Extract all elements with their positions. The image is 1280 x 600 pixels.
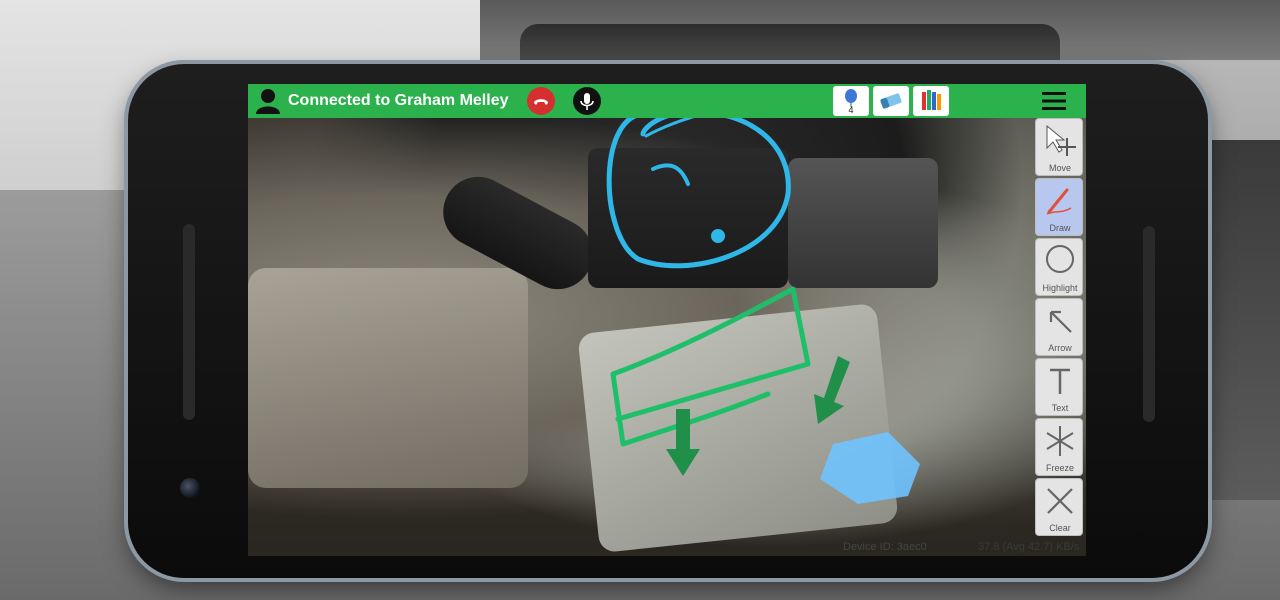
move-cursor-icon xyxy=(1046,124,1076,156)
eraser-button[interactable] xyxy=(873,86,909,116)
phone-front-camera xyxy=(180,478,200,498)
tool-label: Highlight xyxy=(1042,283,1078,293)
tool-text[interactable]: Text xyxy=(1035,358,1083,416)
device-id: Device ID: 3aec0 xyxy=(843,541,927,553)
tool-move[interactable]: Move xyxy=(1035,118,1083,176)
blue-dot-annotation xyxy=(711,229,725,243)
tool-arrow[interactable]: Arrow xyxy=(1035,298,1083,356)
connection-status: Connected to Graham Melley xyxy=(288,92,509,109)
tool-label: Freeze xyxy=(1045,463,1074,473)
call-top-bar: Connected to Graham Melley 4 xyxy=(248,84,1086,118)
color-picker-button[interactable] xyxy=(913,86,949,116)
green-outline-annotation xyxy=(610,286,811,447)
microphone-icon xyxy=(580,93,594,110)
blue-circle-annotation xyxy=(606,109,791,269)
circle-icon xyxy=(1046,245,1074,273)
hamburger-menu-icon[interactable] xyxy=(1042,91,1066,111)
tool-highlight[interactable]: Highlight xyxy=(1035,238,1083,296)
phone-speaker-left xyxy=(183,224,195,420)
app-screen: Connected to Graham Melley 4 Move Draw H… xyxy=(248,84,1086,556)
phone-hangup-icon xyxy=(534,99,548,105)
blue-highlight-shape xyxy=(820,432,920,504)
tool-label: Arrow xyxy=(1048,343,1072,353)
annotation-layer[interactable] xyxy=(248,84,1086,556)
tool-label: Clear xyxy=(1049,523,1071,533)
green-arrow-right xyxy=(814,356,850,424)
user-icon xyxy=(256,89,280,114)
blue-scribble-annotation xyxy=(651,163,690,186)
crayons-icon xyxy=(922,90,941,110)
arrow-icon xyxy=(1049,310,1072,333)
tool-label: Text xyxy=(1051,403,1069,413)
snowflake-icon xyxy=(1046,426,1074,456)
tool-label: Move xyxy=(1048,163,1071,173)
tool-draw[interactable]: Draw xyxy=(1035,178,1083,236)
eraser-icon xyxy=(880,93,902,109)
transfer-rate: 37.8 (Avg 42.7) KB/s xyxy=(978,541,1080,553)
tool-clear[interactable]: Clear xyxy=(1035,478,1083,536)
microphone-button[interactable] xyxy=(573,87,601,115)
phone-speaker-right xyxy=(1143,226,1155,422)
text-t-icon xyxy=(1050,368,1070,394)
balloon-button[interactable]: 4 xyxy=(833,86,869,116)
pen-icon xyxy=(1046,188,1072,215)
annotation-toolbar: Move Draw Highlight Arrow Text Freeze Cl… xyxy=(1035,118,1085,556)
x-icon xyxy=(1047,488,1073,514)
tool-label: Draw xyxy=(1049,223,1071,233)
tool-freeze[interactable]: Freeze xyxy=(1035,418,1083,476)
balloon-count: 4 xyxy=(848,105,854,115)
hang-up-button[interactable] xyxy=(527,87,555,115)
